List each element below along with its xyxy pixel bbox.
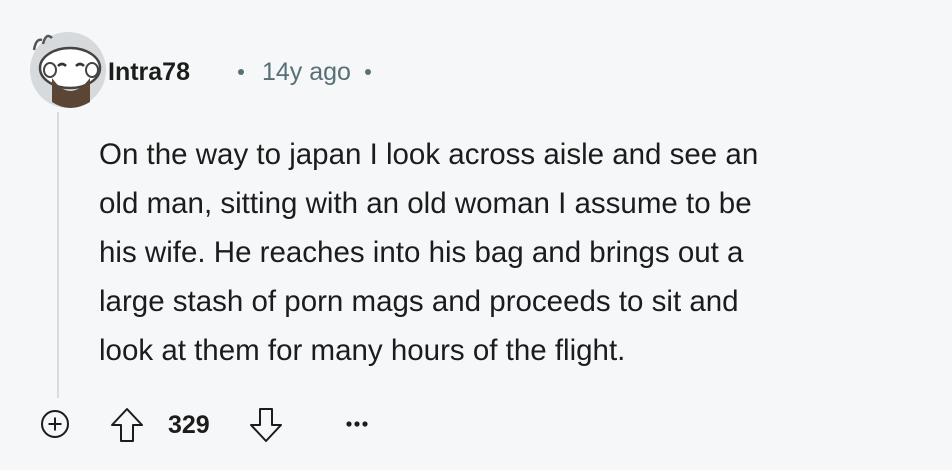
more-options-button[interactable] — [340, 412, 374, 436]
expand-button[interactable] — [40, 409, 70, 439]
comment-meta: 14y ago — [238, 56, 371, 88]
author-username[interactable]: Intra78 — [108, 56, 190, 88]
comment-line: look at them for many hours of the fligh… — [99, 334, 626, 367]
thread-line[interactable] — [57, 112, 59, 398]
separator-dot — [364, 69, 371, 75]
separator-dot — [238, 69, 244, 75]
downvote-button[interactable] — [248, 406, 284, 444]
comment-actions: 329 — [0, 400, 952, 450]
comment-age: 14y ago — [262, 58, 351, 86]
comment-line: On the way to japan I look across aisle … — [99, 138, 759, 171]
vote-count: 329 — [168, 411, 210, 439]
upvote-button[interactable] — [109, 406, 145, 444]
comment-body: On the way to japan I look across aisle … — [99, 130, 929, 375]
avatar[interactable] — [28, 30, 106, 110]
comment-line: large stash of porn mags and proceeds to… — [99, 285, 739, 318]
ellipsis-icon — [346, 421, 368, 427]
comment-line: old man, sitting with an old woman I ass… — [99, 187, 752, 220]
snoo-avatar-icon — [30, 32, 106, 108]
arrow-down-outline-icon — [250, 408, 282, 442]
plus-circle-icon — [41, 410, 69, 438]
arrow-up-outline-icon — [111, 408, 143, 442]
comment-line: his wife. He reaches into his bag and br… — [99, 236, 744, 269]
